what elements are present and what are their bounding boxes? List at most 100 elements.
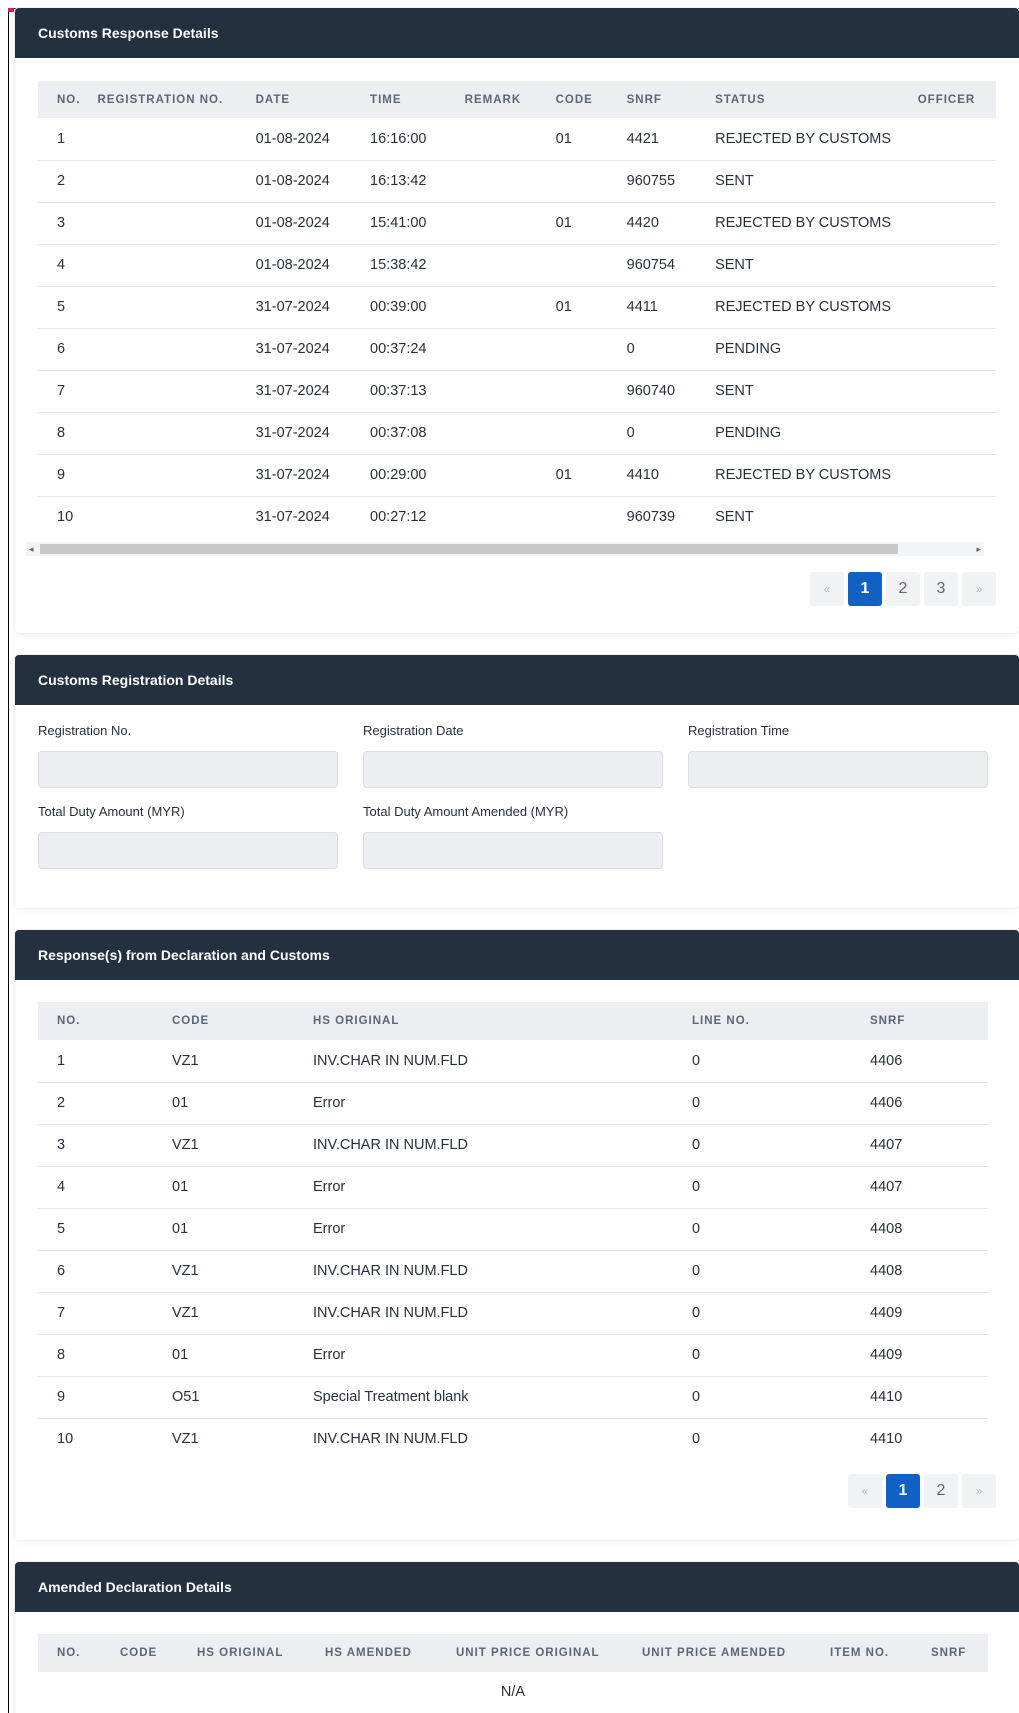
col-unit-price-original: UNIT PRICE ORIGINAL — [456, 1634, 642, 1672]
table-cell: 00:39:00 — [370, 286, 465, 329]
table-cell — [464, 244, 556, 287]
table-cell: VZ1 — [172, 1431, 199, 1448]
customs-registration-card: Customs Registration Details Registratio… — [15, 655, 1019, 908]
col-snrf: SNRF — [931, 1634, 988, 1672]
table-row: 4 01-08-2024 15:38:42 960754 SENT — [38, 244, 996, 287]
table-cell: 5 — [38, 1208, 172, 1251]
empty-row: N/A — [38, 1672, 988, 1712]
table-row: 5 01 Error 0 4408 — [38, 1208, 988, 1251]
table-cell: 6 — [38, 328, 98, 371]
table-cell — [464, 412, 556, 455]
table-cell: 4409 — [870, 1334, 988, 1377]
table-cell: 0 — [692, 1292, 870, 1335]
table-cell: 0 — [692, 1040, 870, 1083]
col-status: STATUS — [715, 81, 918, 118]
table-cell: PENDING — [715, 328, 918, 371]
customs-response-pagination: « 1 2 3 » — [38, 572, 996, 606]
table-cell: 10 — [57, 509, 74, 526]
total-duty-label: Total Duty Amount (MYR) — [38, 804, 185, 819]
table-cell: REJECTED BY CUSTOMS — [715, 202, 918, 245]
customs-response-header: Customs Response Details — [15, 8, 1019, 58]
pagination-page-2[interactable]: 2 — [886, 572, 920, 606]
pagination-prev-button[interactable]: « — [810, 572, 844, 606]
table-cell: 8 — [38, 1334, 172, 1377]
table-cell — [918, 496, 996, 538]
page-content: Customs Response Details NO. REGISTRATIO… — [15, 8, 1019, 1713]
table-row: 2 01-08-2024 16:13:42 960755 SENT — [38, 160, 996, 203]
total-duty-amended-input[interactable] — [363, 832, 663, 869]
col-snrf: SNRF — [870, 1002, 988, 1040]
table-cell: 0 — [692, 1124, 870, 1167]
table-cell — [97, 370, 256, 413]
table-cell: INV.CHAR IN NUM.FLD — [313, 1431, 468, 1448]
registration-no-input[interactable] — [38, 751, 338, 788]
pagination-next-button[interactable]: » — [962, 1474, 996, 1508]
table-cell: 16:16:00 — [370, 118, 465, 161]
table-cell: 4410 — [870, 1376, 988, 1419]
pagination-page-1[interactable]: 1 — [886, 1474, 920, 1508]
col-hs-original: HS ORIGINAL — [313, 1002, 692, 1040]
table-cell: 8 — [38, 412, 98, 455]
col-snrf: SNRF — [626, 81, 716, 118]
table-cell: 31-07-2024 — [255, 454, 371, 497]
table-cell: 31-07-2024 — [255, 412, 371, 455]
registration-date-label: Registration Date — [363, 723, 464, 738]
total-duty-field: Total Duty Amount (MYR) — [38, 804, 338, 869]
table-row: 6 VZ1 INV.CHAR IN NUM.FLD 0 4408 — [38, 1250, 988, 1293]
pagination-next-button[interactable]: » — [962, 572, 996, 606]
table-cell: PENDING — [715, 412, 918, 455]
pagination-page-3[interactable]: 3 — [924, 572, 958, 606]
table-cell: REJECTED BY CUSTOMS — [715, 118, 918, 161]
total-duty-input[interactable] — [38, 832, 338, 869]
table-cell: 4408 — [870, 1208, 988, 1251]
table-cell — [97, 202, 256, 245]
table-cell: 3 — [38, 202, 98, 245]
table-cell: 16:13:42 — [370, 160, 465, 203]
pagination-page-2[interactable]: 2 — [924, 1474, 958, 1508]
table-row: 8 01 Error 0 4409 — [38, 1334, 988, 1377]
table-cell: 4407 — [870, 1124, 988, 1167]
col-date: DATE — [255, 81, 371, 118]
table-cell: 00:37:08 — [370, 412, 465, 455]
table-cell — [555, 370, 627, 413]
table-cell: 01 — [172, 1334, 313, 1377]
table-cell — [97, 496, 255, 538]
table-cell: 0 — [692, 1166, 870, 1209]
scroll-right-arrow-icon[interactable]: ▸ — [976, 542, 981, 556]
table-cell: 15:41:00 — [370, 202, 465, 245]
table-cell: 960754 — [626, 244, 716, 287]
table-cell: 01 — [555, 118, 627, 161]
table-cell — [555, 328, 627, 371]
table-cell: 0 — [626, 328, 716, 371]
table-cell — [917, 412, 996, 455]
table-cell: INV.CHAR IN NUM.FLD — [313, 1292, 692, 1335]
table-cell: 4409 — [870, 1292, 988, 1335]
table-cell: SENT — [715, 509, 754, 526]
table-cell — [555, 244, 627, 287]
customs-response-table-scroll[interactable]: NO. REGISTRATION NO. DATE TIME REMARK CO… — [38, 81, 996, 538]
col-unit-price-amended: UNIT PRICE AMENDED — [642, 1634, 830, 1672]
table-cell: 4 — [38, 1166, 172, 1209]
scroll-left-arrow-icon[interactable]: ◂ — [29, 542, 34, 556]
scrollbar-thumb[interactable] — [40, 544, 898, 554]
table-cell — [464, 160, 556, 203]
horizontal-scrollbar[interactable]: ◂ ▸ — [26, 542, 984, 556]
registration-date-input[interactable] — [363, 751, 663, 788]
table-cell — [917, 286, 996, 329]
table-cell: 01 — [172, 1082, 313, 1125]
table-row: 1 01-08-2024 16:16:00 01 4421 REJECTED BY CUS… — [38, 118, 996, 161]
table-cell: 0 — [692, 1208, 870, 1251]
col-line-no: LINE NO. — [692, 1002, 870, 1040]
pagination-prev-button[interactable]: « — [848, 1474, 882, 1508]
table-cell — [465, 496, 556, 538]
table-cell — [917, 328, 996, 371]
customs-response-card: Customs Response Details NO. REGISTRATIO… — [15, 8, 1019, 633]
table-cell: 01-08-2024 — [255, 118, 371, 161]
table-cell — [555, 412, 627, 455]
table-cell — [464, 286, 556, 329]
col-officer: OFFICER — [917, 81, 996, 118]
pagination-page-1[interactable]: 1 — [848, 572, 882, 606]
table-cell: 31-07-2024 — [255, 286, 371, 329]
table-row: 3 VZ1 INV.CHAR IN NUM.FLD 0 4407 — [38, 1124, 988, 1167]
registration-time-input[interactable] — [688, 751, 988, 788]
